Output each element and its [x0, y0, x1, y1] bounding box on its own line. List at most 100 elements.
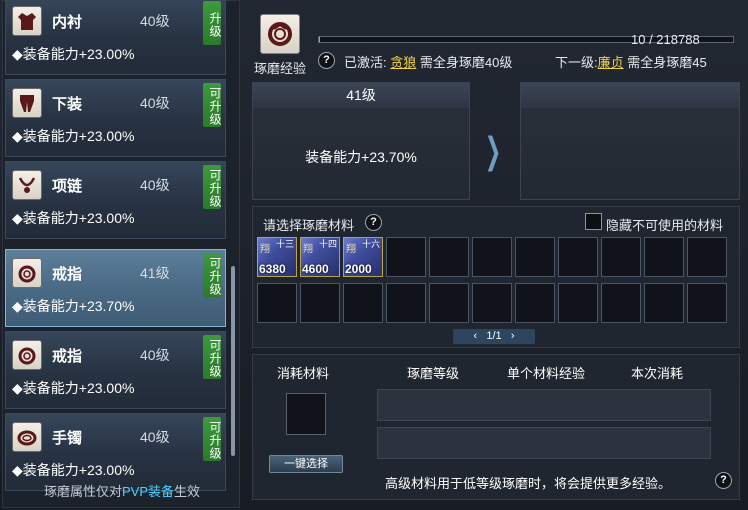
material-slot-empty[interactable]	[687, 283, 727, 323]
material-slot-filled[interactable]: 翔十三 6380	[257, 237, 297, 277]
material-slot-empty[interactable]	[644, 283, 684, 323]
material-slot-filled[interactable]: 翔十四 4600	[300, 237, 340, 277]
refine-exp-icon	[260, 14, 300, 54]
equipment-item[interactable]: 下装 40级 ◆装备能力+23.00% 可升级	[5, 79, 226, 157]
upgradable-badge: 可升级	[203, 165, 222, 209]
consume-row	[377, 427, 711, 459]
item-name: 内衬	[52, 14, 83, 31]
material-slot-filled[interactable]: 翔十六 2000	[343, 237, 383, 277]
equipment-item[interactable]: 内衬 40级 ◆装备能力+23.00% 升级	[5, 0, 226, 75]
consume-note: 高级材料用于低等级琢磨时，将会提供更多经验。	[385, 476, 672, 491]
item-level: 40级	[140, 347, 170, 363]
item-level: 40级	[140, 429, 170, 445]
equipment-item[interactable]: 戒指 40级 ◆装备能力+23.00% 可升级	[5, 331, 226, 409]
page-next-icon[interactable]: ›	[511, 330, 515, 342]
upgradable-badge: 可升级	[203, 335, 222, 379]
consume-header-cost: 本次消耗	[631, 366, 684, 381]
material-name: 翔	[260, 244, 270, 255]
upgradable-badge: 可升级	[203, 253, 222, 297]
material-grade: 十四	[318, 239, 337, 249]
page-prev-icon[interactable]: ‹	[474, 330, 478, 342]
material-slot-empty[interactable]	[515, 283, 555, 323]
item-name: 戒指	[52, 266, 83, 283]
material-slot-empty[interactable]	[429, 237, 469, 277]
material-slot-empty[interactable]	[300, 283, 340, 323]
shirt-icon	[12, 6, 42, 36]
activated-link[interactable]: 贪狼	[390, 55, 416, 70]
consume-row	[377, 389, 711, 421]
refine-exp-label: 琢磨经验	[254, 61, 307, 76]
current-level: 41级	[253, 83, 469, 108]
hide-unusable-checkbox[interactable]	[585, 213, 602, 230]
item-level: 40级	[140, 177, 170, 193]
ring-icon	[12, 258, 42, 288]
exp-progress-fill	[319, 37, 321, 42]
material-name: 翔	[303, 244, 313, 255]
upgradable-badge: 升级	[203, 1, 222, 45]
material-slot-empty[interactable]	[558, 283, 598, 323]
consume-slot[interactable]	[286, 393, 326, 435]
pants-icon	[12, 88, 42, 118]
item-level: 40级	[140, 95, 170, 111]
material-slot-empty[interactable]	[515, 237, 555, 277]
activated-info: 已激活: 贪狼 需全身琢磨40级	[344, 55, 513, 70]
equipment-item[interactable]: 项链 40级 ◆装备能力+23.00% 可升级	[5, 161, 226, 239]
material-slot-empty[interactable]	[343, 283, 383, 323]
page-number: 1/1	[486, 330, 502, 342]
material-title: 请选择琢磨材料	[263, 218, 355, 233]
material-slot-empty[interactable]	[472, 237, 512, 277]
equipment-list: 手镯 40级 ◆装备能力+23.00% 可升级 戒指 40级 ◆装备能力+23.00% 可升级…	[2, 0, 240, 508]
item-level: 40级	[140, 13, 170, 29]
material-slot-empty[interactable]	[558, 237, 598, 277]
material-count: 2000	[345, 262, 372, 276]
item-attr: ◆装备能力+23.00%	[12, 462, 135, 478]
list-scrollbar[interactable]	[231, 266, 235, 456]
consume-header-material: 消耗材料	[277, 366, 330, 381]
upgradable-badge: 可升级	[203, 83, 222, 127]
item-name: 下装	[52, 96, 83, 113]
material-slot-empty[interactable]	[386, 283, 426, 323]
material-grade: 十三	[275, 239, 294, 249]
equipment-item[interactable]: 手镯 40级 ◆装备能力+23.00% 可升级	[5, 413, 226, 491]
pager: ‹ 1/1 ›	[453, 329, 535, 344]
material-slot-empty[interactable]	[429, 283, 469, 323]
material-slot-empty[interactable]	[472, 283, 512, 323]
consume-help-icon[interactable]: ?	[715, 472, 732, 489]
material-slot-empty[interactable]	[601, 283, 641, 323]
upgradable-badge: 可升级	[203, 417, 222, 461]
help-icon[interactable]: ?	[318, 52, 335, 69]
next-level-link[interactable]: 廉贞	[598, 55, 624, 70]
material-name: 翔	[346, 244, 356, 255]
next-level	[521, 83, 739, 108]
item-attr: ◆装备能力+23.00%	[12, 380, 135, 396]
pvp-note: 琢磨属性仅对PVP装备生效	[43, 484, 201, 499]
item-name: 手镯	[52, 430, 83, 447]
current-level-box: 41级 装备能力+23.70%	[252, 82, 470, 200]
next-level-box	[520, 82, 740, 200]
consume-header-level: 琢磨等级	[407, 366, 460, 381]
exp-progress-text: 10 / 218788	[631, 32, 700, 47]
next-level-info: 下一级:廉贞 需全身琢磨45	[555, 55, 707, 70]
material-slot-empty[interactable]	[644, 237, 684, 277]
material-slot-empty[interactable]	[687, 237, 727, 277]
item-attr: ◆装备能力+23.00%	[12, 210, 135, 226]
necklace-icon	[12, 170, 42, 200]
arrow-right-icon: ❯	[484, 130, 502, 171]
material-slot-empty[interactable]	[386, 237, 426, 277]
material-help-icon[interactable]: ?	[365, 214, 382, 231]
equipment-item[interactable]: 戒指 41级 ◆装备能力+23.70% 可升级	[5, 249, 226, 327]
material-grade: 十六	[361, 239, 380, 249]
item-attr: ◆装备能力+23.00%	[12, 46, 135, 62]
material-slot-empty[interactable]	[257, 283, 297, 323]
material-count: 4600	[302, 262, 329, 276]
bracelet-icon	[12, 422, 42, 452]
refine-panel: 琢磨经验 10 / 218788 ? 已激活: 贪狼 需全身琢磨40级 下一级:…	[246, 0, 746, 510]
item-attr: ◆装备能力+23.70%	[12, 298, 135, 314]
current-value: 装备能力+23.70%	[305, 149, 417, 165]
item-name: 项链	[52, 178, 83, 195]
item-name: 戒指	[52, 348, 83, 365]
material-slot-empty[interactable]	[601, 237, 641, 277]
ring-icon	[12, 340, 42, 370]
item-attr: ◆装备能力+23.00%	[12, 128, 135, 144]
auto-select-button[interactable]: 一键选择	[269, 455, 343, 473]
